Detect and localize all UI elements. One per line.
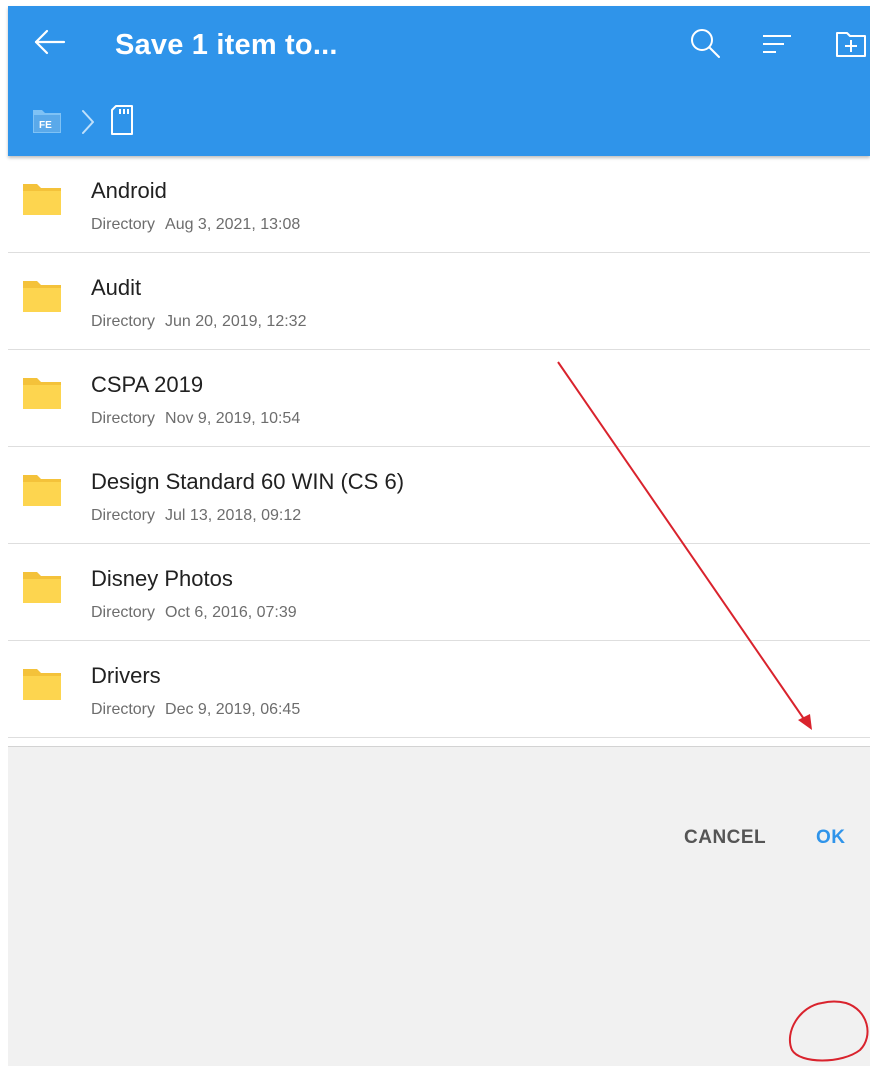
folder-name: Disney Photos <box>91 566 233 591</box>
item-date: Jul 13, 2018, 09:12 <box>165 507 302 524</box>
folder-name: Audit <box>91 275 142 300</box>
item-date: Oct 6, 2016, 07:39 <box>165 604 297 621</box>
folder-icon <box>23 378 61 409</box>
folder-meta: Directory Jun 20, 2019, 12:32 <box>91 313 306 331</box>
dialog-footer: CANCEL OK <box>8 746 870 1066</box>
sort-icon[interactable] <box>760 26 794 60</box>
folder-icon <box>23 475 61 506</box>
svg-text:FE: FE <box>39 120 52 131</box>
folder-name: CSPA 2019 <box>91 372 204 397</box>
directory-list: Android Directory Aug 3, 2021, 13:08 Audit D… <box>8 156 870 746</box>
app-header: Save 1 item to... FE <box>8 6 870 156</box>
list-item[interactable]: Drivers Directory Dec 9, 2019, 06:45 <box>8 641 870 738</box>
folder-name: Android <box>91 178 167 203</box>
list-item[interactable]: Audit Directory Jun 20, 2019, 12:32 <box>8 253 870 350</box>
cancel-button[interactable]: CANCEL <box>684 827 766 849</box>
folder-icon <box>23 572 61 603</box>
folder-meta: Directory Nov 9, 2019, 10:54 <box>91 410 300 428</box>
folder-name: Drivers <box>91 663 161 688</box>
item-date: Jun 20, 2019, 12:32 <box>165 313 307 330</box>
sd-card-icon[interactable] <box>110 104 136 136</box>
folder-icon <box>23 669 61 700</box>
arrow-left-icon[interactable] <box>30 22 70 62</box>
item-date: Dec 9, 2019, 06:45 <box>165 701 301 718</box>
folder-meta: Directory Dec 9, 2019, 06:45 <box>91 701 300 719</box>
folder-meta: Directory Oct 6, 2016, 07:39 <box>91 604 297 622</box>
folder-meta: Directory Jul 13, 2018, 09:12 <box>91 507 301 525</box>
item-type: Directory <box>91 701 156 718</box>
list-item[interactable]: FocusRite2i2DirectoryDec 22, 2015, 11:36 <box>8 738 870 746</box>
folder-icon <box>23 184 61 215</box>
item-type: Directory <box>91 507 156 524</box>
list-item[interactable]: Disney Photos Directory Oct 6, 2016, 07:39 <box>8 544 870 641</box>
search-icon[interactable] <box>688 26 722 60</box>
item-type: Directory <box>91 313 156 330</box>
list-item[interactable]: Android Directory Aug 3, 2021, 13:08 <box>8 156 870 253</box>
list-item[interactable]: Design Standard 60 WIN (CS 6) Directory Ju… <box>8 447 870 544</box>
new-folder-icon[interactable] <box>834 26 868 60</box>
dialog-title: Save 1 item to... <box>115 29 338 61</box>
list-item[interactable]: CSPA 2019 Directory Nov 9, 2019, 10:54 <box>8 350 870 447</box>
folder-icon <box>23 281 61 312</box>
folder-meta: Directory Aug 3, 2021, 13:08 <box>91 216 300 234</box>
item-type: Directory <box>91 216 156 233</box>
ok-button[interactable]: OK <box>816 827 846 849</box>
item-date: Nov 9, 2019, 10:54 <box>165 410 301 427</box>
folder-name: Design Standard 60 WIN (CS 6) <box>91 469 405 494</box>
chevron-right-icon <box>82 110 94 134</box>
item-type: Directory <box>91 410 156 427</box>
fe-storage-icon[interactable]: FE <box>32 106 62 134</box>
item-date: Aug 3, 2021, 13:08 <box>165 216 301 233</box>
item-type: Directory <box>91 604 156 621</box>
